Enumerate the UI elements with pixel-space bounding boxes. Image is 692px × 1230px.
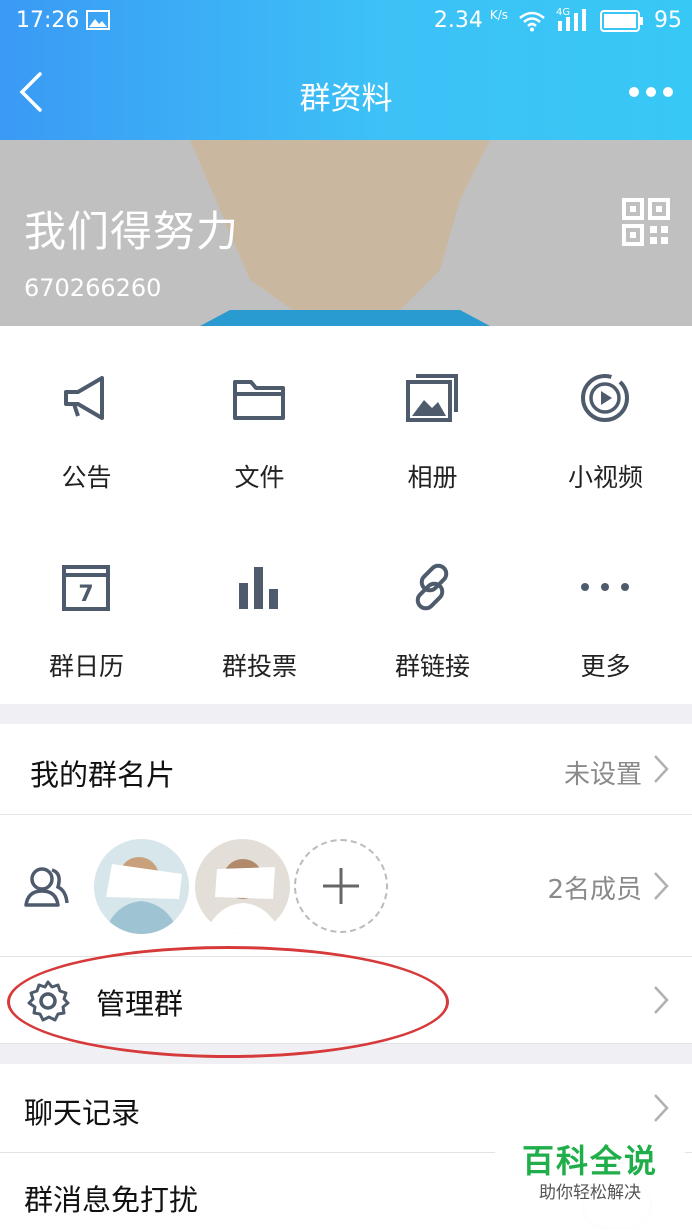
network-speed: 2.34 K/s [433, 8, 508, 33]
chevron-right-icon [654, 755, 669, 783]
status-bar: 17:26 2.34 K/s 4G 95 [0, 0, 692, 44]
calendar-icon: 7 [62, 565, 110, 611]
mute-notifications-label: 群消息免打扰 [24, 1183, 199, 1217]
plus-icon [323, 868, 359, 904]
function-vote[interactable]: 群投票 [173, 515, 346, 704]
function-label: 群投票 [221, 652, 297, 681]
svg-text:7: 7 [78, 582, 93, 607]
status-right: 2.34 K/s 4G 95 [433, 7, 682, 34]
video-play-icon [581, 374, 629, 422]
function-album[interactable]: 相册 [346, 326, 519, 515]
members-row[interactable]: 2名成员 [0, 815, 692, 957]
function-announcement[interactable]: 公告 [0, 326, 173, 515]
battery-icon [600, 9, 643, 32]
chevron-right-icon [654, 986, 669, 1014]
gear-icon [27, 980, 70, 1022]
group-header: 我们得努力 670266260 [0, 140, 692, 326]
manage-group-label: 管理群 [96, 987, 184, 1021]
function-link[interactable]: 群链接 [346, 515, 519, 704]
photo-album-icon [406, 374, 458, 422]
member-avatar[interactable] [94, 839, 189, 934]
members-icon [24, 867, 69, 907]
add-member-button[interactable] [294, 839, 388, 933]
more-button[interactable] [628, 80, 674, 104]
function-label: 群链接 [394, 652, 470, 681]
my-group-card-label: 我的群名片 [30, 758, 176, 792]
function-label: 更多 [580, 652, 631, 681]
top-bar: 17:26 2.34 K/s 4G 95 群资料 [0, 0, 692, 140]
image-notification-icon [86, 10, 110, 30]
more-dots-icon [581, 583, 629, 591]
watermark: 百科全说 助你轻松解决 [495, 1130, 685, 1230]
watermark-title: 百科全说 [521, 1142, 658, 1180]
section-divider [0, 1044, 692, 1064]
link-icon [415, 563, 449, 611]
signal-4g: 4G [556, 7, 590, 33]
function-label: 群日历 [48, 652, 124, 681]
function-label: 公告 [61, 463, 112, 492]
section-divider [0, 704, 692, 724]
status-time: 17:26 [16, 8, 80, 33]
member-avatar[interactable] [195, 839, 290, 934]
watermark-subtitle: 助你轻松解决 [539, 1183, 641, 1203]
my-group-card-row[interactable]: 我的群名片 未设置 [0, 724, 692, 815]
page-title: 群资料 [299, 81, 393, 117]
wifi-icon [519, 11, 545, 31]
my-group-card-value: 未设置 [563, 760, 642, 790]
function-label: 文件 [234, 463, 285, 492]
manage-group-row[interactable]: 管理群 [0, 957, 692, 1044]
signal-icon [558, 8, 586, 31]
group-id: 670266260 [24, 274, 162, 302]
battery-level: 95 [654, 8, 682, 33]
function-more[interactable]: 更多 [519, 515, 692, 704]
folder-icon [233, 380, 285, 420]
chevron-right-icon [654, 1094, 669, 1122]
member-count: 2名成员 [547, 875, 642, 905]
speed-unit: K/s [489, 8, 508, 22]
function-grid: 公告 文件 相册 小视频 7 群日历 群投票 群链接 更多 [0, 326, 692, 704]
function-calendar[interactable]: 7 群日历 [0, 515, 173, 704]
function-short-video[interactable]: 小视频 [519, 326, 692, 515]
group-name: 我们得努力 [24, 207, 240, 256]
bar-chart-icon [239, 567, 278, 609]
qr-code-icon[interactable] [622, 198, 670, 246]
function-files[interactable]: 文件 [173, 326, 346, 515]
megaphone-icon [64, 376, 104, 420]
function-label: 相册 [407, 463, 458, 492]
chat-history-label: 聊天记录 [24, 1096, 141, 1130]
chevron-right-icon [654, 872, 669, 900]
function-label: 小视频 [567, 463, 643, 492]
